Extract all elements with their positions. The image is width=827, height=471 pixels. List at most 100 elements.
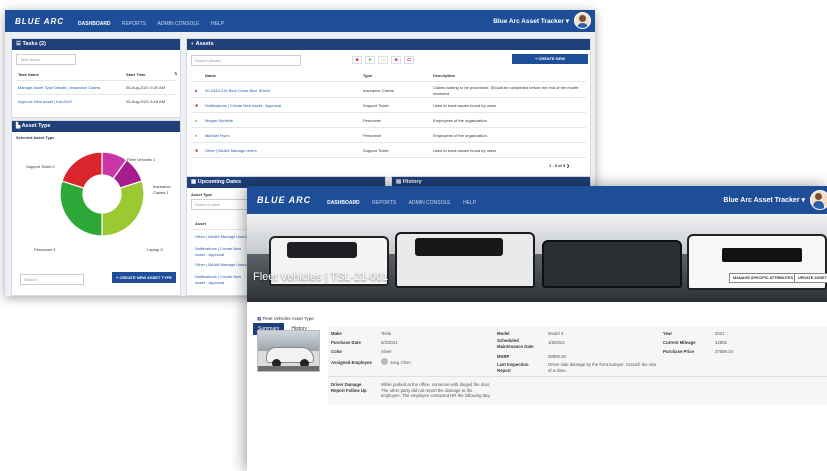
assigned-employee-value[interactable]: Jong Chen [390,360,411,365]
asset-type-pie-chart[interactable] [57,149,147,239]
asset-row-5-type: Support Ticket [363,148,389,153]
nav-admin-console[interactable]: ADMIN CONSOLE [158,21,200,27]
fleet-type-icon: ■ [195,88,198,93]
support-type-icon: ✱ [195,148,199,153]
assets-title: Assets [195,41,214,47]
filter-vehicle-icon[interactable]: ◘ [404,56,414,64]
col-name[interactable]: Name [205,73,216,78]
app-switcher[interactable]: Blue Arc Asset Tracker ▾ [723,196,805,204]
asset-row-1-desc: Claims waiting to be processed. Should b… [433,85,579,96]
asset-row-4-name[interactable]: Michael Flynn [205,133,230,138]
pie-slice-support-ticket[interactable] [61,151,103,189]
nav-dashboard[interactable]: DASHBOARD [78,21,111,27]
vehicle-hero-image: Fleet Vehicles | TSL-21-001 [247,214,827,302]
upcoming-row-3[interactable]: Other | BAAM Manage Users [195,262,247,267]
create-new-asset-type-button[interactable]: + CREATE NEW ASSET TYPE [112,272,176,283]
purchase-date-value: 5/2/2021 [381,340,398,345]
nav-admin-console[interactable]: ADMIN CONSOLE [409,200,451,206]
col-up-asset-type: Asset Type [191,192,213,197]
driver-damage-label: Driver Damage Report Follow Up [331,382,367,393]
filter-insurance-icon[interactable]: ■ [352,56,362,64]
color-value: Silver [381,349,392,354]
blue-arc-logo[interactable]: BLUE ARC [257,195,311,205]
msrp-value: 39900.00 [548,354,566,359]
col-type[interactable]: Type [363,73,372,78]
upcoming-title: Upcoming Dates [197,179,242,185]
calendar-icon: ▦ [191,179,198,185]
task-row-1-name[interactable]: Manage Asset Type Details | Insurance Cl… [18,85,101,90]
year-label: Year [663,331,673,336]
make-label: Make [331,331,342,336]
upcoming-row-1[interactable]: Other | BAAM Manage Users [195,234,247,239]
asset-row-2-name[interactable]: Notifications | Create New Asset - Appro… [205,103,281,108]
nav-help[interactable]: HELP [211,21,224,27]
asset-row-3-type: Personnel [363,118,382,123]
history-title: History [402,179,422,185]
asset-type-subtitle: Selected Asset Type [16,135,55,140]
main-nav: DASHBOARD REPORTS ADMIN CONSOLE HELP [78,12,231,30]
fleet-vehicle-window: BLUE ARC DASHBOARD REPORTS ADMIN CONSOLE… [247,186,827,471]
asset-type-panel: ▙ Asset Type Selected Asset Type Fleet V… [11,120,181,296]
history-icon: ▤ [396,179,403,185]
assets-pagination[interactable]: 1 - 5 of 5 ❯ [549,163,570,168]
asset-row-4-desc: Employees of the organization. [433,133,488,138]
asset-type-select[interactable]: Select a value [191,199,249,210]
filter-laptop-icon[interactable]: ▭ [378,56,388,64]
model-value: Model 3 [548,331,564,336]
assets-search-input[interactable]: Search Assets [191,55,301,66]
blue-arc-logo[interactable]: BLUE ARC [15,17,64,26]
manage-specific-attributes-button[interactable]: MANAGE SPECIFIC ATTRIBUTES [729,273,798,283]
assets-panel: ◐ Assets Search Assets ■ ♦ ▭ ■ ◘ + CREAT… [186,38,591,178]
task-search-input[interactable]: Task Name... [16,54,76,65]
label-insurance-claims: Insurance Claims 1 [153,184,171,195]
pie-slice-personnel[interactable] [59,180,103,237]
asset-row-5-name[interactable]: Other | BAAM Manage Users [205,148,257,153]
asset-type-search-input[interactable]: Search [20,274,84,285]
last-inspection-value: Driver side damage by the front bumper. … [548,362,657,373]
col-description[interactable]: Description [433,73,455,78]
asset-row-3-desc: Employees of the organization. [433,118,488,123]
current-mileage-label: Current Mileage [663,340,696,345]
user-avatar[interactable] [810,190,827,210]
label-laptop: Laptop 3 [147,247,163,252]
top-navbar: BLUE ARC DASHBOARD REPORTS ADMIN CONSOLE… [247,186,827,214]
asset-row-2-type: Support Ticket [363,103,389,108]
label-personnel: Personnel 3 [34,247,56,252]
nav-dashboard[interactable]: DASHBOARD [327,200,360,206]
section-label: Fleet Vehicles Asset Type [262,316,314,321]
user-avatar[interactable] [574,12,591,29]
asset-row-1-name[interactable]: 00-0343-234 Blue Cross Blue Shield [205,88,270,93]
asset-title: Fleet Vehicles | TSL-21-001 [253,271,389,283]
task-row-2-name[interactable]: Approve New Asset | Kia-0047 [18,99,72,104]
update-asset-button[interactable]: UPDATE ASSET [794,273,827,283]
employee-avatar [381,358,388,365]
msrp-label: MSRP [497,354,510,359]
create-new-asset-button[interactable]: + CREATE NEW [512,54,588,64]
filter-personnel-icon[interactable]: ♦ [365,56,375,64]
nav-help[interactable]: HELP [463,200,476,206]
asset-row-4-type: Personnel [363,133,382,138]
asset-row-3-name[interactable]: Megan Michelle [205,118,233,123]
tasks-title: Tasks (2) [22,41,46,47]
app-switcher[interactable]: Blue Arc Asset Tracker ▾ [493,17,569,25]
support-type-icon: ✱ [195,103,199,108]
col-task-name[interactable]: Task Name [18,72,39,77]
tasks-panel: ☰ Tasks (2) Task Name... Task Name Start… [11,38,181,118]
purchase-price-label: Purchase Price [663,349,695,354]
col-start-time[interactable]: Start Time [126,72,146,77]
asset-type-label-row: ▦ Fleet Vehicles Asset Type [257,316,314,322]
scheduled-maintenance-label: Scheduled Maintenance Date [497,338,534,349]
nav-reports[interactable]: REPORTS [372,200,396,206]
current-mileage-value: 12902 [715,340,727,345]
purchase-price-value: 37589.34 [715,349,733,354]
personnel-type-icon: ♦ [195,118,198,123]
driver-damage-value: While parked at the office, someone with… [381,382,491,398]
upcoming-row-4[interactable]: Notifications | Create New Asset - Appro… [195,274,250,285]
sort-icon[interactable]: ⇅ [174,71,177,76]
pie-slice-laptop[interactable] [101,180,145,237]
asset-row-5-desc: Used to track issues found by users [433,148,497,153]
upcoming-row-2[interactable]: Notifications | Create New Asset - Appro… [195,246,250,257]
filter-fleet-icon[interactable]: ■ [391,56,401,64]
vehicle-thumbnail-image[interactable] [257,330,320,372]
nav-reports[interactable]: REPORTS [122,21,146,27]
